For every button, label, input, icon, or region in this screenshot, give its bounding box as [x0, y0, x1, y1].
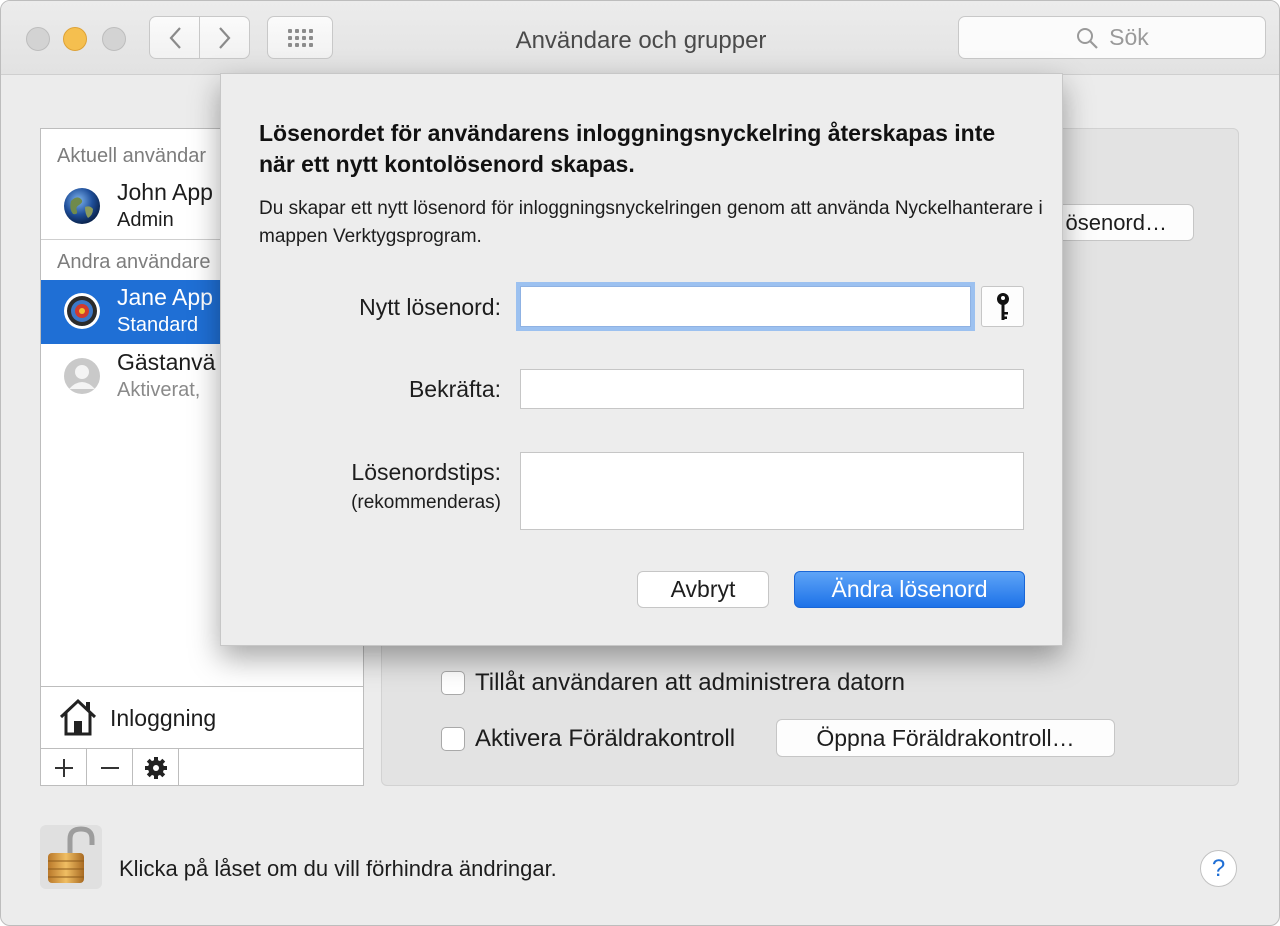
help-button[interactable]: ?: [1200, 850, 1237, 887]
allow-admin-checkbox[interactable]: [441, 671, 465, 695]
password-hint-label: Lösenordstips:: [351, 459, 501, 485]
confirm-password-label: Bekräfta:: [408, 376, 501, 402]
new-password-field[interactable]: [520, 286, 971, 327]
user-name: Gästanvä: [117, 349, 216, 375]
plus-icon: [54, 758, 73, 777]
sheet-description: Du skapar ett nytt lösenord för inloggni…: [259, 198, 1043, 247]
unlocked-padlock-icon: [48, 826, 95, 883]
allow-admin-row: Tillåt användaren att administrera dator…: [441, 669, 905, 697]
current-user-role: Admin: [117, 209, 174, 231]
search-placeholder: Sök: [1109, 24, 1149, 50]
remove-user-button[interactable]: [87, 749, 133, 786]
gear-icon: [144, 756, 167, 779]
new-password-label: Nytt lösenord:: [359, 294, 501, 320]
system-preferences-window: Användare och grupper Sök Aktuell använd…: [0, 0, 1280, 926]
globe-avatar: [64, 188, 100, 224]
allow-admin-label: Tillåt användaren att administrera dator…: [475, 669, 906, 696]
login-options-item[interactable]: Inloggning: [41, 686, 363, 748]
password-hint-field[interactable]: [520, 452, 1024, 530]
sidebar-toolbar: [41, 748, 363, 786]
other-users-header: Andra användare: [57, 251, 211, 273]
current-users-header: Aktuell användar: [57, 145, 206, 167]
search-icon: [1077, 27, 1098, 49]
action-menu-button[interactable]: [133, 749, 179, 786]
user-name: Jane App: [117, 284, 213, 310]
add-user-button[interactable]: [41, 749, 87, 786]
search-field[interactable]: Sök: [958, 16, 1266, 59]
parental-controls-checkbox[interactable]: [441, 727, 465, 751]
change-password-sheet: Lösenordet för användarens inloggningsny…: [220, 73, 1063, 646]
login-options-label: Inloggning: [110, 705, 217, 731]
house-icon: [59, 698, 97, 736]
confirm-password-field[interactable]: [520, 369, 1024, 409]
cancel-button[interactable]: Avbryt: [637, 571, 769, 608]
sheet-title: Lösenordet för användarens inloggningsny…: [259, 120, 996, 177]
open-parental-controls-button[interactable]: Öppna Föräldrakontroll…: [776, 719, 1115, 757]
minus-icon: [100, 766, 119, 769]
guest-avatar: [64, 358, 100, 394]
lock-button[interactable]: [40, 825, 102, 889]
password-hint-sublabel: (rekommenderas): [351, 492, 501, 513]
titlebar: Användare och grupper Sök: [1, 1, 1279, 75]
parental-controls-row: Aktivera Föräldrakontroll: [441, 725, 735, 753]
target-avatar: [64, 293, 100, 329]
key-icon: [996, 292, 1009, 320]
current-user-name: John App: [117, 179, 213, 205]
user-role: Standard: [117, 314, 199, 336]
parental-controls-label: Aktivera Föräldrakontroll: [475, 725, 736, 752]
user-role: Aktiverat,: [117, 379, 201, 401]
lock-description: Klicka på låset om du vill förhindra änd…: [119, 856, 557, 881]
change-password-confirm-button[interactable]: Ändra lösenord: [794, 571, 1025, 608]
password-assistant-button[interactable]: [981, 286, 1024, 327]
